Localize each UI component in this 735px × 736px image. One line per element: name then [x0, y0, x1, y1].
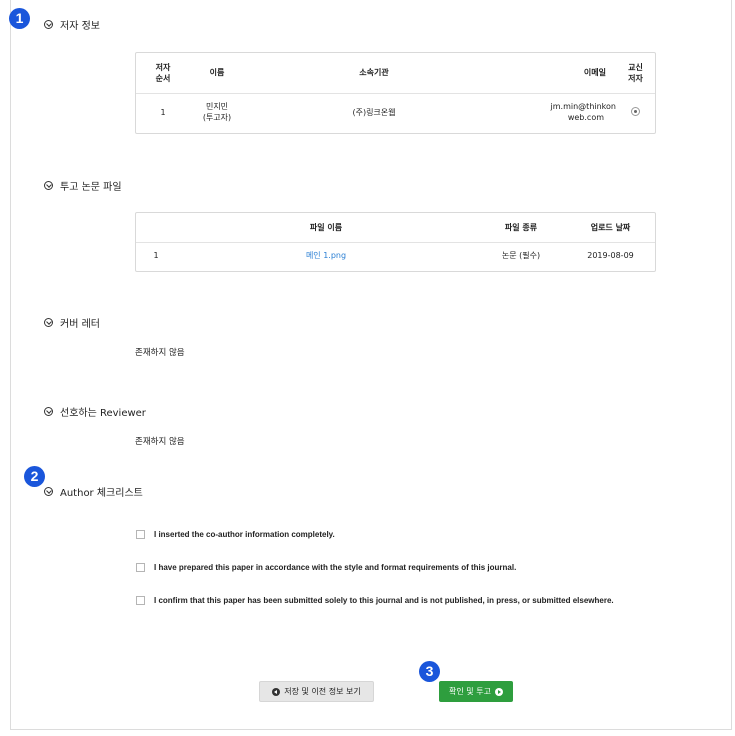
cell-text: web.com	[567, 113, 604, 123]
cell-text: jm.min@thinkon	[550, 102, 616, 112]
save-and-previous-button[interactable]: 저장 및 이전 정보 보기	[259, 681, 374, 702]
col-header-name: 이름	[190, 53, 244, 94]
cell-affiliation: (주)링크온웹	[352, 107, 396, 117]
file-link[interactable]: 메인 1.png	[306, 251, 346, 260]
checklist-label: I confirm that this paper has been submi…	[154, 596, 614, 605]
checkbox[interactable]	[136, 596, 145, 605]
checklist-item[interactable]: I confirm that this paper has been submi…	[136, 596, 614, 605]
chevron-circle-down-icon	[44, 20, 53, 29]
section-title: 선호하는 Reviewer	[60, 408, 146, 419]
col-header-no	[136, 213, 176, 243]
checklist-label: I inserted the co-author information com…	[154, 530, 335, 539]
section-title: 저자 정보	[60, 21, 100, 32]
confirm-submit-button[interactable]: 확인 및 투고	[439, 681, 513, 702]
table-row: 1 민지민 (투고자) (주)링크온웹 jm.min@thinkon web.c…	[136, 93, 655, 131]
section-title: Author 체크리스트	[60, 488, 143, 499]
checklist-item[interactable]: I have prepared this paper in accordance…	[136, 563, 516, 572]
cell-text: 민지민	[205, 102, 229, 112]
checklist-label: I have prepared this paper in accordance…	[154, 563, 517, 572]
cell-text: (투고자)	[202, 113, 232, 123]
checkbox[interactable]	[136, 530, 145, 539]
cell-upload-date: 2019-08-09	[587, 251, 634, 261]
chevron-circle-down-icon	[44, 181, 53, 190]
button-label: 저장 및 이전 정보 보기	[284, 687, 361, 696]
annotation-badge-2: 2	[24, 466, 45, 487]
annotation-badge-1: 1	[9, 8, 30, 29]
chevron-circle-down-icon	[44, 318, 53, 327]
checklist-item[interactable]: I inserted the co-author information com…	[136, 530, 335, 539]
col-header-file-type: 파일 종류	[476, 213, 566, 243]
col-header-upload-date: 업로드 날짜	[566, 213, 655, 243]
cell-email: jm.min@thinkon web.com	[504, 93, 616, 131]
col-header-affiliation: 소속기관	[244, 53, 504, 94]
section-title: 투고 논문 파일	[60, 182, 122, 193]
chevron-circle-down-icon	[44, 407, 53, 416]
file-table: 파일 이름 파일 종류 업로드 날짜 1 메인 1.png 논문 (필수) 20…	[136, 213, 655, 269]
arrow-right-circle-icon	[494, 687, 503, 696]
header-text: 저자	[628, 73, 643, 83]
section-author-checklist: Author 체크리스트	[44, 484, 143, 499]
cell-no: 1	[153, 251, 159, 261]
cell-file-name: 메인 1.png	[176, 242, 476, 269]
checkbox[interactable]	[136, 563, 145, 572]
chevron-circle-down-icon	[44, 487, 53, 496]
col-header-order: 저자 순서	[136, 53, 190, 94]
author-table-box: 저자 순서 이름 소속기관 이메일 교신 저자 1 민지민 (투고자) (주)링…	[135, 52, 656, 134]
section-author-info: 저자 정보	[44, 17, 100, 32]
table-row: 1 메인 1.png 논문 (필수) 2019-08-09	[136, 242, 655, 269]
arrow-left-circle-icon	[272, 687, 281, 696]
section-preferred-reviewer: 선호하는 Reviewer	[44, 404, 146, 419]
cell-file-type: 논문 (필수)	[501, 251, 541, 261]
col-header-corresponding: 교신 저자	[616, 53, 655, 94]
author-table: 저자 순서 이름 소속기관 이메일 교신 저자 1 민지민 (투고자) (주)링…	[136, 53, 655, 131]
section-cover-letter: 커버 레터	[44, 315, 100, 330]
cover-letter-value: 존재하지 않음	[135, 348, 185, 358]
section-title: 커버 레터	[60, 319, 100, 330]
cell-corresponding	[616, 93, 655, 131]
header-text: 순서	[155, 73, 171, 83]
header-text: 교신	[628, 62, 643, 72]
cell-order: 1	[160, 107, 166, 117]
header-text: 저자	[155, 62, 171, 72]
preferred-reviewer-value: 존재하지 않음	[135, 437, 185, 447]
section-submit-files: 투고 논문 파일	[44, 178, 122, 193]
cell-name: 민지민 (투고자)	[190, 93, 244, 131]
annotation-badge-3: 3	[419, 661, 440, 682]
col-header-email: 이메일	[504, 53, 616, 94]
col-header-file-name: 파일 이름	[176, 213, 476, 243]
file-table-box: 파일 이름 파일 종류 업로드 날짜 1 메인 1.png 논문 (필수) 20…	[135, 212, 656, 272]
corresponding-radio[interactable]	[631, 106, 640, 116]
button-label: 확인 및 투고	[449, 687, 491, 696]
